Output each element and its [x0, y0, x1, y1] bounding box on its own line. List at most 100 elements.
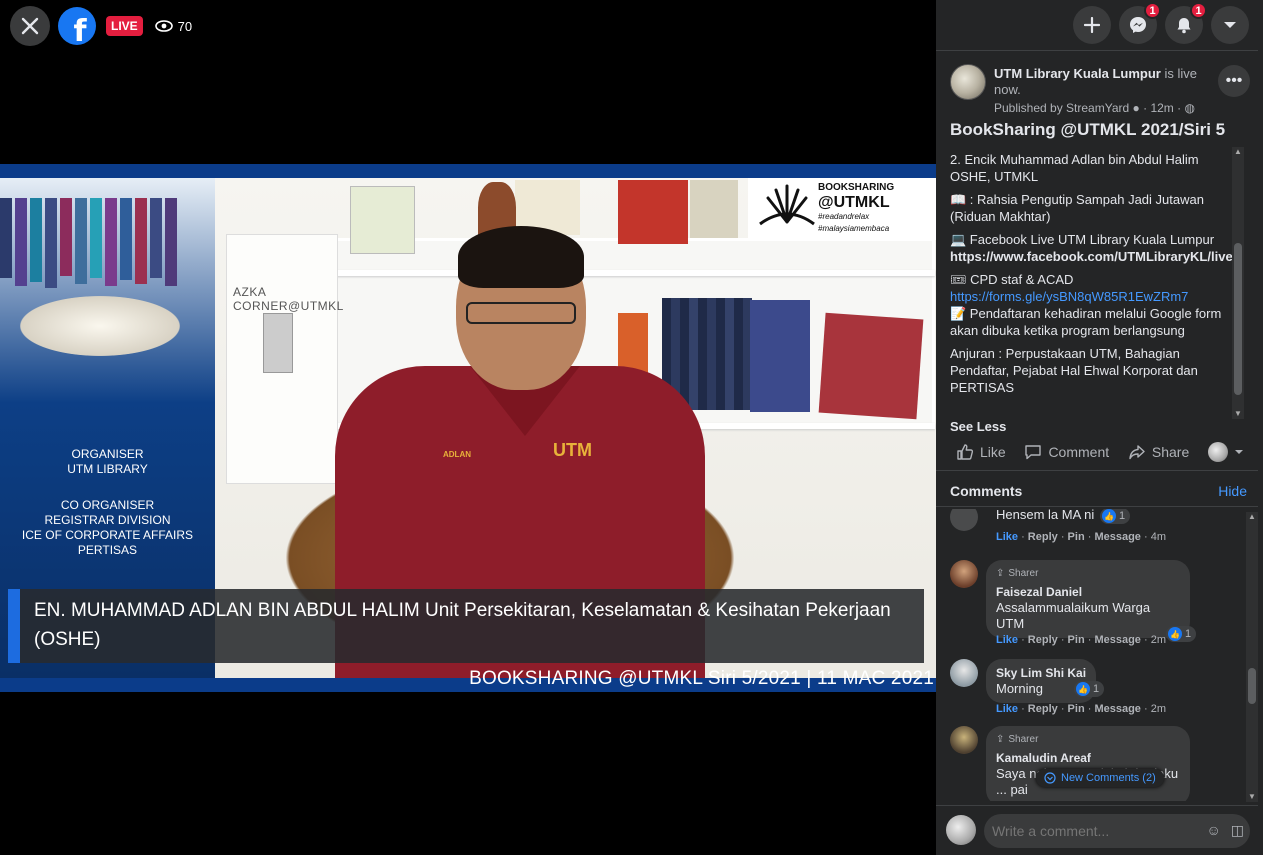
post-paragraph: Anjuran : Perpustakaan UTM, Bahagian Pen… [950, 346, 1198, 395]
post-line: 📝 Pendaftaran kehadiran melalui Google f… [950, 306, 1222, 338]
comment-time[interactable]: 4m [1151, 531, 1166, 543]
notifications-badge: 1 [1190, 2, 1207, 19]
post-options-button[interactable]: ••• [1218, 65, 1250, 97]
page: f LIVE 70 AZKA CORNER@UTMKL BOOKSHARING … [0, 0, 1263, 855]
comment-like-link[interactable]: Like [996, 703, 1018, 715]
notifications-button[interactable]: 1 [1165, 2, 1207, 44]
commenter-name[interactable]: Sky Lim Shi Kai [996, 665, 1086, 681]
comment-bubble: ⇪Sharer Kamaludin Areaf Saya nak tanya a… [986, 726, 1190, 801]
post-author-name[interactable]: UTM Library Kuala Lumpur [994, 66, 1161, 81]
speaker-glasses [466, 302, 576, 324]
reaction-count: 1 [1185, 628, 1192, 640]
eye-icon [154, 20, 173, 32]
comment-item: Hensem la MA ni 👍 1 Like · Reply · Pin · … [950, 509, 1246, 551]
new-comments-label: New Comments (2) [1061, 772, 1156, 784]
azka-corner-sign: AZKA CORNER@UTMKL [226, 234, 343, 484]
comment-reactions[interactable]: 👍 1 [1166, 626, 1197, 642]
banner-organiser: UTM LIBRARY [67, 462, 148, 476]
comment-reactions[interactable]: 👍 1 [1100, 509, 1131, 524]
book [690, 180, 738, 238]
close-button[interactable] [10, 6, 50, 46]
comment-message-link[interactable]: Message [1094, 531, 1140, 543]
post-time[interactable]: 12m [1150, 101, 1173, 115]
caret-down-icon [1234, 450, 1243, 454]
commenter-avatar[interactable] [950, 560, 978, 588]
header-actions: 1 1 [1073, 2, 1249, 44]
facebook-f-icon: f [73, 13, 87, 46]
name-badge: ADLAN [443, 450, 471, 459]
scroll-down-icon[interactable]: ▼ [1246, 792, 1258, 802]
booksharing-logo: BOOKSHARING @UTMKL #readandrelax #malays… [748, 178, 936, 240]
comments-top-divider [936, 506, 1258, 507]
live-video-player[interactable]: AZKA CORNER@UTMKL BOOKSHARING @UTMKL #re… [0, 164, 936, 692]
post-as-selector[interactable] [1202, 440, 1250, 464]
create-button[interactable] [1073, 6, 1111, 44]
commenter-name[interactable]: Kamaludin Areaf [996, 750, 1180, 766]
commenter-avatar[interactable] [950, 509, 978, 531]
video-top-controls: f LIVE 70 [10, 6, 192, 46]
comment-pin-link[interactable]: Pin [1068, 531, 1085, 543]
header-divider [936, 50, 1258, 51]
plus-icon [1084, 17, 1100, 33]
user-avatar [1207, 442, 1228, 462]
scroll-down-icon[interactable]: ▼ [1232, 409, 1244, 419]
like-reaction-icon: 👍 [1168, 627, 1182, 641]
comment-time[interactable]: 2m [1151, 703, 1166, 715]
messenger-button[interactable]: 1 [1119, 2, 1161, 44]
post-header: UTM Library Kuala Lumpur is live now. Pu… [950, 64, 1250, 115]
comment-reply-link[interactable]: Reply [1028, 703, 1058, 715]
comment-text: Hensem la MA ni [996, 509, 1095, 522]
commenter-avatar[interactable] [950, 726, 978, 754]
comment-reply-link[interactable]: Reply [1028, 531, 1058, 543]
commenter-avatar[interactable] [950, 659, 978, 687]
azka-corner-label: AZKA CORNER@UTMKL [233, 285, 344, 313]
comment-pin-link[interactable]: Pin [1068, 703, 1085, 715]
comment-reply-link[interactable]: Reply [1028, 634, 1058, 646]
see-less-link[interactable]: See Less [950, 419, 1006, 434]
cpd-form-link[interactable]: https://forms.gle/ysBN8qW85R1EwZRm7 [950, 289, 1188, 304]
sticker-icon[interactable]: ◫ [1231, 822, 1244, 839]
comment-like-link[interactable]: Like [996, 634, 1018, 646]
like-button[interactable]: Like [950, 441, 1012, 463]
scroll-up-icon[interactable]: ▲ [1232, 147, 1244, 157]
bell-icon [1177, 18, 1191, 34]
comment-message-link[interactable]: Message [1094, 703, 1140, 715]
share-button[interactable]: Share [1122, 441, 1195, 463]
post-title: BookSharing @UTMKL 2021/Siri 5 [950, 120, 1226, 139]
comments-scrollbar[interactable]: ▲ ▼ [1246, 512, 1258, 802]
qr-code [263, 313, 293, 373]
scroll-up-icon[interactable]: ▲ [1246, 512, 1258, 522]
banner-co-3: PERTISAS [77, 543, 138, 557]
new-comments-pill[interactable]: New Comments (2) [1036, 769, 1164, 787]
comment-time[interactable]: 2m [1151, 634, 1166, 646]
post-paragraph: 💻 Facebook Live UTM Library Kuala Lumpur… [950, 231, 1232, 265]
hide-comments-link[interactable]: Hide [1218, 483, 1247, 499]
like-reaction-icon: 👍 [1102, 509, 1116, 523]
post-scrollbar[interactable]: ▲ ▼ [1232, 147, 1244, 419]
emoji-icon[interactable]: ☺ [1206, 822, 1220, 839]
comment-message-link[interactable]: Message [1094, 634, 1140, 646]
comment-button[interactable]: Comment [1018, 441, 1115, 463]
speaker-hair [458, 226, 584, 288]
commenter-role: Sharer [1008, 568, 1039, 579]
verified-icon: ● · [1132, 101, 1151, 115]
commenter-role: Sharer [1008, 734, 1039, 745]
facebook-logo[interactable]: f [58, 7, 96, 45]
comment-reactions[interactable]: 👍 1 [1074, 681, 1105, 697]
comments-divider [936, 470, 1258, 471]
sharer-tag: ⇪ Sharer [996, 732, 1180, 748]
scroll-thumb[interactable] [1234, 243, 1242, 395]
comment-actions: Like · Reply · Pin · Message · 2m [996, 634, 1166, 646]
post-line: 💻 Facebook Live UTM Library Kuala Lumpur [950, 232, 1215, 247]
comment-actions: Like · Reply · Pin · Message · 2m [996, 703, 1166, 715]
facebook-live-url[interactable]: https://www.facebook.com/UTMLibraryKL/li… [950, 249, 1232, 264]
page-avatar[interactable] [950, 64, 986, 100]
account-menu-button[interactable] [1211, 6, 1249, 44]
comment-like-link[interactable]: Like [996, 531, 1018, 543]
comment-bubble: ⇪ Sharer Faisezal Daniel Assalammualaikum… [986, 560, 1190, 638]
post-body: 2. Encik Muhammad Adlan bin Abdul Halim … [950, 151, 1232, 419]
share-label: Share [1151, 444, 1190, 460]
comment-pin-link[interactable]: Pin [1068, 634, 1085, 646]
commenter-name[interactable]: Faisezal Daniel [996, 584, 1180, 600]
scroll-thumb[interactable] [1248, 668, 1256, 704]
